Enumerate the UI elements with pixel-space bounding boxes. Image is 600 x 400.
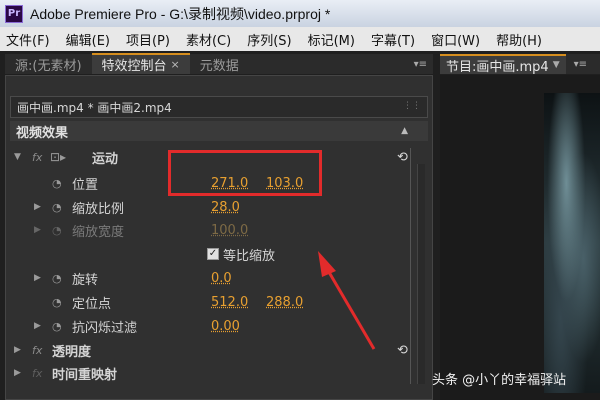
uniform-scale-checkbox[interactable]: ✓ 等比缩放: [207, 245, 275, 264]
stopwatch-icon[interactable]: ◔: [52, 177, 62, 190]
menu-sequence[interactable]: 序列(S): [241, 30, 291, 49]
panel-menu-icon[interactable]: ▾≡: [574, 59, 587, 70]
panel-menu-icon[interactable]: ▾≡: [414, 59, 427, 70]
rotation-label: 旋转: [72, 272, 99, 288]
scale-width-value: 100.0: [211, 222, 249, 238]
highlight-box: [168, 150, 322, 196]
anchor-label: 定位点: [72, 296, 112, 312]
tab-metadata[interactable]: 元数据: [190, 54, 249, 74]
collapsed-triangle-icon[interactable]: ▶: [34, 321, 41, 331]
stopwatch-icon[interactable]: ◔: [52, 272, 62, 285]
fx-icon[interactable]: fx: [32, 344, 42, 357]
tab-program-label: 节目:画中画.mp4: [446, 59, 549, 75]
column-divider[interactable]: [410, 148, 411, 384]
stopwatch-icon[interactable]: ◔: [52, 296, 62, 309]
tab-metadata-label: 元数据: [199, 58, 239, 74]
menu-file[interactable]: 文件(F): [0, 30, 50, 49]
scale-value[interactable]: 28.0: [211, 200, 240, 215]
clip-source-text: 画中画.mp4 * 画中画2.mp4: [17, 100, 172, 115]
program-panel-tabs: 节目:画中画.mp4 ▼ ▾≡: [440, 54, 600, 75]
video-preview: [544, 93, 600, 393]
collapsed-triangle-icon: ▶: [34, 225, 41, 235]
tab-source[interactable]: 源:(无素材): [5, 54, 92, 74]
menu-help[interactable]: 帮助(H): [490, 30, 542, 49]
time-remap-label: 时间重映射: [52, 367, 118, 383]
pointer-arrow-icon: [318, 251, 376, 350]
motion-label: 运动: [92, 151, 119, 167]
window-title: Adobe Premiere Pro - G:\录制视频\video.prpro…: [30, 5, 331, 22]
chevron-down-icon[interactable]: ▼: [553, 60, 560, 70]
motion-transform-icon[interactable]: ⊡▸: [50, 150, 66, 164]
stopwatch-icon[interactable]: ◔: [52, 201, 62, 214]
menu-bar: 文件(F) 编辑(E) 项目(P) 素材(C) 序列(S) 标记(M) 字幕(T…: [0, 27, 600, 51]
property-row-scale: ▶ ◔ 缩放比例 28.0: [10, 196, 410, 218]
fx-icon[interactable]: fx: [32, 151, 42, 164]
property-row-scale-width: ▶ ◔ 缩放宽度 100.0: [10, 219, 410, 241]
uniform-scale-label: 等比缩放: [223, 248, 276, 264]
expanded-triangle-icon[interactable]: ▼: [14, 152, 21, 162]
video-effects-title: 视频效果: [16, 125, 69, 141]
menu-marker[interactable]: 标记(M): [302, 30, 355, 49]
effect-row-time-remap[interactable]: ▶ fx 时间重映射: [10, 362, 410, 384]
collapsed-triangle-icon[interactable]: ▶: [34, 273, 41, 283]
left-panel-tabs: 源:(无素材) 特效控制台 × 元数据 ▾≡: [5, 53, 433, 74]
stopwatch-icon[interactable]: ◔: [52, 320, 62, 333]
menu-clip[interactable]: 素材(C): [180, 30, 231, 49]
collapsed-triangle-icon[interactable]: ▶: [34, 202, 41, 212]
scale-width-label: 缩放宽度: [72, 224, 125, 240]
video-effects-header: 视频效果 ▲: [10, 121, 428, 141]
premiere-app-icon: Pr: [5, 4, 23, 23]
checkbox-checked-icon[interactable]: ✓: [207, 248, 219, 260]
collapsed-triangle-icon[interactable]: ▶: [14, 345, 21, 355]
fx-icon: fx: [32, 366, 43, 380]
clip-source-label: 画中画.mp4 * 画中画2.mp4 ⋮⋮: [10, 96, 428, 118]
tab-effect-controls[interactable]: 特效控制台 ×: [91, 53, 190, 74]
workspace: 源:(无素材) 特效控制台 × 元数据 ▾≡ 画中画.mp4 * 画中画2.mp…: [0, 51, 600, 400]
program-monitor: [440, 75, 600, 400]
tab-source-label: 源:(无素材): [15, 58, 82, 74]
grip-icon: ⋮⋮: [403, 101, 421, 111]
reset-icon[interactable]: ⟲: [397, 150, 408, 165]
menu-window[interactable]: 窗口(W): [425, 30, 480, 49]
position-label: 位置: [72, 177, 99, 193]
opacity-label: 透明度: [52, 344, 92, 360]
anchor-y-value[interactable]: 288.0: [266, 295, 303, 310]
vertical-scrollbar[interactable]: [417, 164, 425, 384]
close-icon[interactable]: ×: [171, 58, 180, 71]
scale-label: 缩放比例: [72, 201, 125, 217]
anchor-x-value[interactable]: 512.0: [211, 295, 248, 310]
stopwatch-icon: ◔: [52, 223, 62, 237]
menu-edit[interactable]: 编辑(E): [60, 30, 110, 49]
tab-effect-controls-label: 特效控制台: [101, 59, 167, 74]
collapsed-triangle-icon[interactable]: ▶: [14, 368, 21, 378]
menu-project[interactable]: 项目(P): [120, 30, 170, 49]
tab-program[interactable]: 节目:画中画.mp4 ▼: [440, 54, 566, 75]
anti-flicker-label: 抗闪烁过滤: [72, 320, 138, 336]
watermark: 头条 @小丫的幸福驿站: [432, 373, 567, 388]
rotation-value[interactable]: 0.0: [211, 271, 232, 286]
window-titlebar: Pr Adobe Premiere Pro - G:\录制视频\video.pr…: [0, 0, 600, 27]
anti-flicker-value[interactable]: 0.00: [211, 319, 240, 334]
scroll-up-icon[interactable]: ▲: [401, 126, 408, 136]
menu-title[interactable]: 字幕(T): [365, 30, 415, 49]
